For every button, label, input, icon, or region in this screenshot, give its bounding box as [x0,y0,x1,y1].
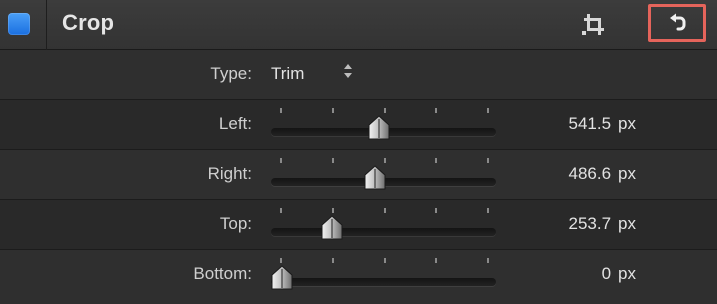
slider-tick [280,208,282,213]
type-popup-value[interactable]: Trim [271,64,304,84]
popup-arrows-icon[interactable] [343,63,353,79]
slider-tick [384,208,386,213]
crop-title: Crop [62,10,115,35]
type-label: Type: [210,64,252,83]
slider-tick [280,108,282,113]
reset-arrow-icon [670,13,686,31]
slider-tick [384,158,386,163]
slider-tick [280,158,282,163]
param-label: Top: [219,214,252,233]
left-unit: px [618,114,636,133]
right-slider[interactable] [271,156,496,196]
param-label: Left: [218,114,252,133]
param-label: Right: [207,164,252,183]
left-slider[interactable] [271,106,496,146]
slider-tick [435,108,437,113]
slider-tick [435,158,437,163]
bottom-slider[interactable] [271,256,496,296]
slider-tick [487,108,489,113]
bottom-value: 0 [601,264,612,283]
top-value-field[interactable]: 253.7 px [568,214,636,234]
type-row: Type: Trim [0,50,717,100]
right-value: 486.6 [568,164,612,183]
top-slider[interactable] [271,206,496,246]
slider-tick [435,208,437,213]
param-row-right: Right: 486.6 px [0,150,717,200]
slider-tick [384,108,386,113]
crop-tool-icon[interactable] [580,12,608,38]
slider-tick [332,258,334,263]
param-row-left: Left: 541.5 px [0,100,717,150]
slider-track[interactable] [271,228,496,236]
slider-tick [332,208,334,213]
slider-thumb[interactable] [367,115,391,141]
slider-tick [332,108,334,113]
reset-button[interactable] [648,4,706,42]
slider-tick [487,258,489,263]
slider-tick [384,258,386,263]
slider-tick [280,258,282,263]
crop-inspector-panel: Crop Type: Trim Left: 541.5 px Right: 48… [0,0,717,304]
crop-enable-checkbox[interactable] [8,13,30,35]
left-value-field[interactable]: 541.5 px [568,114,636,134]
slider-thumb[interactable] [320,215,344,241]
header-divider [46,0,47,50]
slider-tick [435,258,437,263]
slider-track[interactable] [271,278,496,286]
left-value: 541.5 [568,114,612,133]
crop-header: Crop [0,0,717,50]
right-unit: px [618,164,636,183]
slider-tick [332,158,334,163]
bottom-value-field[interactable]: 0 px [602,264,636,284]
param-label: Bottom: [193,264,252,283]
slider-tick [487,158,489,163]
slider-tick [487,208,489,213]
param-row-bottom: Bottom: 0 px [0,250,717,304]
right-value-field[interactable]: 486.6 px [568,164,636,184]
bottom-unit: px [618,264,636,283]
top-unit: px [618,214,636,233]
slider-thumb[interactable] [270,265,294,291]
param-row-top: Top: 253.7 px [0,200,717,250]
slider-thumb[interactable] [363,165,387,191]
top-value: 253.7 [568,214,612,233]
